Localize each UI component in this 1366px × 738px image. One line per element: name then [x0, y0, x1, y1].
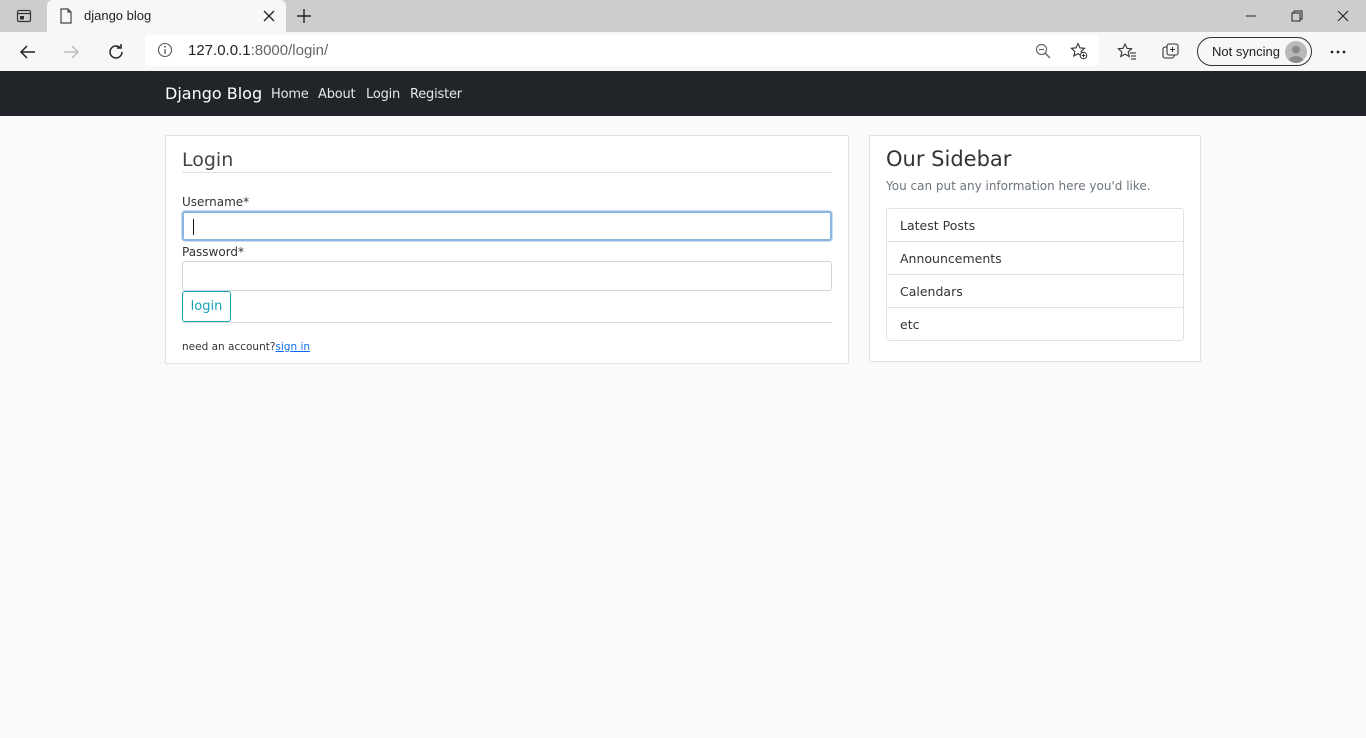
tab-close-icon[interactable] [261, 8, 277, 24]
tab-actions-icon[interactable] [10, 6, 38, 26]
nav-register[interactable]: Register [410, 87, 462, 102]
divider [182, 322, 832, 323]
new-tab-icon[interactable] [293, 5, 315, 27]
password-input[interactable] [182, 261, 832, 291]
profile-sync-button[interactable]: Not syncing [1197, 37, 1312, 66]
address-url[interactable]: 127.0.0.1:8000/login/ [188, 42, 328, 59]
collections-icon[interactable] [1159, 40, 1183, 64]
more-options-icon[interactable] [1326, 40, 1350, 64]
sign-in-link[interactable]: sign in [275, 341, 310, 353]
password-label: Password* [182, 245, 245, 259]
sidebar-title: Our Sidebar [886, 147, 1012, 171]
sync-status-label: Not syncing [1212, 44, 1280, 59]
nav-login[interactable]: Login [366, 87, 400, 102]
forward-icon[interactable] [57, 38, 85, 66]
address-bar[interactable]: 127.0.0.1:8000/login/ [145, 35, 1099, 66]
add-favorite-icon[interactable] [1069, 41, 1089, 61]
divider [182, 172, 832, 173]
favorites-icon[interactable] [1115, 40, 1139, 64]
username-label: Username* [182, 195, 250, 209]
minimize-icon[interactable] [1228, 0, 1274, 32]
browser-tabstrip: django blog [0, 0, 1366, 32]
nav-home[interactable]: Home [271, 87, 309, 102]
zoom-out-icon[interactable] [1033, 41, 1053, 61]
site-navbar: Django Blog Home About Login Register [0, 71, 1366, 116]
text-caret [193, 219, 194, 235]
back-icon[interactable] [14, 38, 42, 66]
browser-toolbar: 127.0.0.1:8000/login/ Not syncing [0, 32, 1366, 71]
page-icon [59, 8, 73, 24]
site-info-icon[interactable] [157, 42, 173, 58]
sidebar-item-calendars[interactable]: Calendars [887, 275, 1183, 308]
account-prompt: need an account?sign in [182, 341, 311, 353]
refresh-icon[interactable] [102, 38, 130, 66]
sidebar-item-announcements[interactable]: Announcements [887, 242, 1183, 275]
tab-title: django blog [84, 8, 152, 23]
sidebar-card: Our Sidebar You can put any information … [869, 135, 1201, 362]
sidebar-list: Latest Posts Announcements Calendars etc [886, 208, 1184, 341]
login-title: Login [182, 149, 234, 171]
login-button[interactable]: login [182, 291, 231, 322]
browser-tab-active[interactable]: django blog [47, 0, 286, 32]
nav-about[interactable]: About [318, 87, 356, 102]
sidebar-item-etc[interactable]: etc [887, 308, 1183, 340]
sidebar-item-latest-posts[interactable]: Latest Posts [887, 209, 1183, 242]
restore-icon[interactable] [1274, 0, 1320, 32]
sidebar-subtitle: You can put any information here you'd l… [886, 179, 1151, 193]
site-brand[interactable]: Django Blog [165, 84, 262, 103]
close-window-icon[interactable] [1320, 0, 1366, 32]
avatar [1285, 41, 1307, 63]
login-card: Login Username* Password* login need an … [165, 135, 849, 364]
username-input[interactable] [182, 211, 832, 241]
